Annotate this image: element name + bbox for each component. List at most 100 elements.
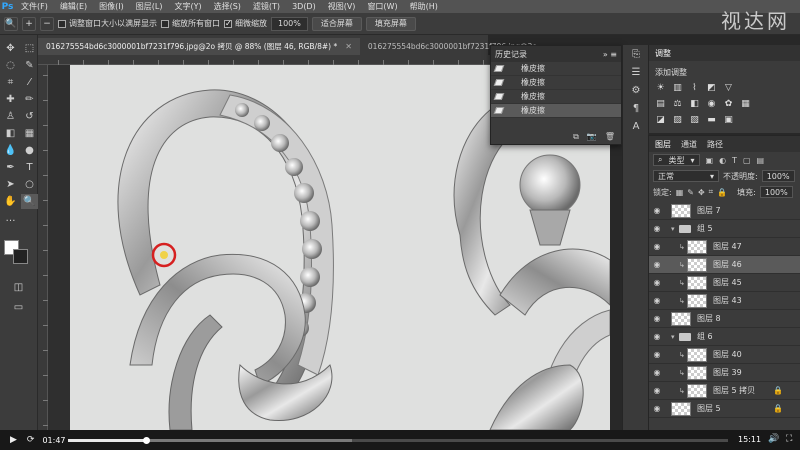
vibrance-icon[interactable]: ▽ <box>723 83 734 93</box>
zoom-all-check-box[interactable] <box>161 19 169 28</box>
close-icon[interactable]: ✕ <box>345 42 352 51</box>
fill-screen-button[interactable]: 填充屏幕 <box>365 16 416 31</box>
layer-group-row[interactable]: ◉ ▾ 组 5 <box>649 220 800 238</box>
filter-smart-icon[interactable]: ▤ <box>757 156 765 165</box>
history-item[interactable]: 橡皮擦 <box>491 76 621 90</box>
menu-item[interactable]: 窗口(W) <box>361 0 403 13</box>
history-item[interactable]: 橡皮擦 <box>491 90 621 104</box>
quick-select-tool-icon[interactable]: ✎ <box>21 58 38 73</box>
eye-icon[interactable]: ◉ <box>649 242 665 251</box>
eyedropper-tool-icon[interactable]: ⁄ <box>21 75 38 90</box>
eye-icon[interactable]: ◉ <box>649 260 665 269</box>
posterize-icon[interactable]: ▨ <box>672 115 683 125</box>
levels-icon[interactable]: ▥ <box>672 83 683 93</box>
filter-adjust-icon[interactable]: ◐ <box>719 156 726 165</box>
filter-pixel-icon[interactable]: ▣ <box>706 156 714 165</box>
snapshot-camera-icon[interactable]: 📷 <box>587 132 597 142</box>
fit-screen-button[interactable]: 适合屏幕 <box>311 16 362 31</box>
healing-brush-tool-icon[interactable]: ✚ <box>2 92 19 107</box>
quick-mask-icon[interactable]: ◫ <box>10 280 27 295</box>
lock-position-icon[interactable]: ✥ <box>698 188 705 197</box>
color-lookup-icon[interactable]: ▦ <box>740 99 751 109</box>
tab-layers[interactable]: 图层 <box>655 139 671 150</box>
menu-item[interactable]: 滤镜(T) <box>247 0 286 13</box>
more-tools-icon[interactable]: … <box>2 211 19 226</box>
selective-color-icon[interactable]: ▣ <box>723 115 734 125</box>
filter-type-icon[interactable]: T <box>732 156 737 165</box>
lock-artboard-icon[interactable]: ⌗ <box>709 187 714 197</box>
menu-item[interactable]: 文件(F) <box>15 0 54 13</box>
character-icon[interactable]: A <box>623 117 649 135</box>
trash-icon[interactable]: 🗑 <box>605 132 615 142</box>
fullscreen-icon[interactable]: ⛶ <box>786 434 792 444</box>
background-color-swatch[interactable] <box>13 249 28 264</box>
lock-transparent-icon[interactable]: ▦ <box>676 188 684 197</box>
threshold-icon[interactable]: ▧ <box>689 115 700 125</box>
photo-filter-icon[interactable]: ◉ <box>706 99 717 109</box>
eye-icon[interactable]: ◉ <box>649 278 665 287</box>
volume-icon[interactable]: 🔊 <box>768 434 779 444</box>
invert-icon[interactable]: ◪ <box>655 115 666 125</box>
eye-icon[interactable]: ◉ <box>649 332 665 341</box>
zoom-tool-icon[interactable]: 🔍 <box>4 16 18 31</box>
color-balance-icon[interactable]: ⚖ <box>672 99 683 109</box>
scrubby-zoom-checkbox[interactable]: 细微缩放 <box>224 18 267 29</box>
document-tab-active[interactable]: 016275554bd6c3000001bf7231f796.jpg@2o 拷贝… <box>38 38 360 55</box>
chevron-down-icon[interactable]: ▾ <box>671 225 679 233</box>
play-icon[interactable]: ▶ <box>10 435 17 445</box>
opacity-field[interactable]: 100% <box>761 170 795 182</box>
layer-row[interactable]: ◉ ↳ 图层 39 <box>649 364 800 382</box>
layer-row[interactable]: ◉ ↳ 图层 43 <box>649 292 800 310</box>
crop-tool-icon[interactable]: ⌗ <box>2 75 19 90</box>
gradient-tool-icon[interactable]: ▦ <box>21 126 38 141</box>
layer-row[interactable]: ◉ ↳ 图层 5 拷贝 🔒 <box>649 382 800 400</box>
menu-item[interactable]: 视图(V) <box>322 0 362 13</box>
filter-kind-select[interactable]: ⌕ 类型 ▾ <box>653 154 700 166</box>
eye-icon[interactable]: ◉ <box>649 224 665 233</box>
curves-icon[interactable]: ⌇ <box>689 83 700 93</box>
marquee-tool-icon[interactable]: ⬚ <box>21 41 38 56</box>
eye-icon[interactable]: ◉ <box>649 314 665 323</box>
scrubby-zoom-check-box[interactable] <box>224 19 232 28</box>
panel-menu-icon[interactable]: » ≡ <box>603 50 617 59</box>
zoom-all-windows-checkbox[interactable]: 缩放所有窗口 <box>161 18 220 29</box>
brush-tool-icon[interactable]: ✏ <box>21 92 38 107</box>
layer-group-row[interactable]: ◉ ▾ 组 6 <box>649 328 800 346</box>
layer-row[interactable]: ◉ ↳ 图层 45 <box>649 274 800 292</box>
zoom-percent-field[interactable]: 100% <box>271 16 308 31</box>
history-item[interactable]: 橡皮擦 <box>491 104 621 118</box>
menu-item[interactable]: 图像(I) <box>93 0 130 13</box>
pen-tool-icon[interactable]: ✒ <box>2 160 19 175</box>
menu-item[interactable]: 选择(S) <box>208 0 247 13</box>
layer-row[interactable]: ◉ 图层 8 <box>649 310 800 328</box>
gradient-map-icon[interactable]: ▬ <box>706 115 717 125</box>
resize-windows-check-box[interactable] <box>58 19 66 28</box>
eraser-tool-icon[interactable]: ◧ <box>2 126 19 141</box>
eye-icon[interactable]: ◉ <box>649 350 665 359</box>
hue-saturation-icon[interactable]: ▤ <box>655 99 666 109</box>
lock-all-icon[interactable]: 🔒 <box>717 188 727 197</box>
tab-channels[interactable]: 通道 <box>681 139 697 150</box>
history-brush-tool-icon[interactable]: ↺ <box>21 109 38 124</box>
layer-row[interactable]: ◉ 图层 5 🔒 <box>649 400 800 418</box>
zoom-tool-icon[interactable]: 🔍 <box>21 194 38 209</box>
layer-row[interactable]: ◉ ↳ 图层 40 <box>649 346 800 364</box>
progress-bar[interactable] <box>68 437 728 444</box>
eye-icon[interactable]: ◉ <box>649 206 665 215</box>
resize-windows-checkbox[interactable]: 调整窗口大小以满屏显示 <box>58 18 157 29</box>
exposure-icon[interactable]: ◩ <box>706 83 717 93</box>
color-swatches[interactable] <box>4 240 34 266</box>
clone-stamp-tool-icon[interactable]: ♙ <box>2 109 19 124</box>
new-document-from-state-icon[interactable]: ⧉ <box>573 132 579 142</box>
blur-tool-icon[interactable]: 💧 <box>2 143 19 158</box>
channel-mixer-icon[interactable]: ✿ <box>723 99 734 109</box>
history-panel-icon[interactable]: ⎘ <box>623 45 649 63</box>
menu-item[interactable]: 图层(L) <box>130 0 169 13</box>
screen-mode-icon[interactable]: ▭ <box>10 300 27 315</box>
chevron-down-icon[interactable]: ▾ <box>671 333 679 341</box>
replay-icon[interactable]: ⟳ <box>27 435 35 445</box>
tab-paths[interactable]: 路径 <box>707 139 723 150</box>
properties-icon[interactable]: ⚙ <box>623 81 649 99</box>
layer-row[interactable]: ◉ 图层 7 <box>649 202 800 220</box>
adjust-sliders-icon[interactable]: ☰ <box>623 63 649 81</box>
